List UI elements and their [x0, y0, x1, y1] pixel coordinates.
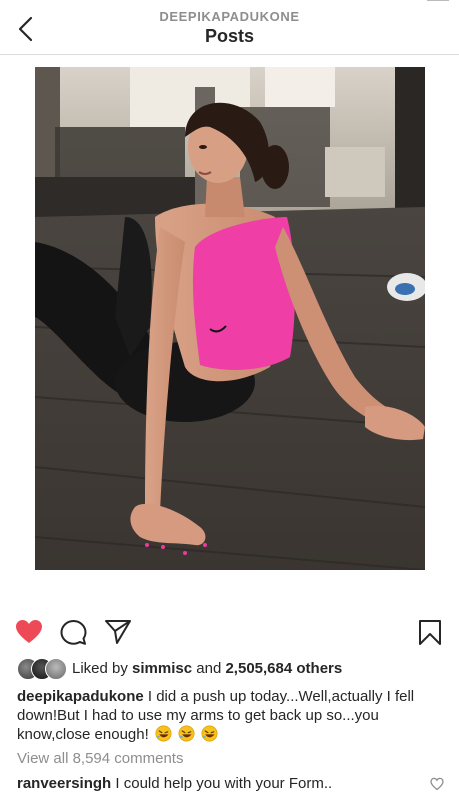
rolling-laughing-emoji-icon	[201, 725, 218, 742]
top-comment: ranveersingh I could help you with your …	[17, 775, 332, 792]
first-liker-username[interactable]: simmisc	[132, 660, 192, 677]
bookmark-icon[interactable]	[418, 619, 442, 646]
view-all-comments-link[interactable]: View all 8,594 comments	[17, 750, 183, 767]
likes-summary[interactable]: Liked by simmisc and 2,505,684 others	[17, 657, 447, 681]
status-indicator	[427, 0, 449, 1]
rolling-laughing-emoji-icon	[155, 725, 172, 742]
caption-username[interactable]: deepikapadukone	[17, 688, 144, 705]
heart-icon[interactable]	[15, 619, 43, 645]
likes-prefix: Liked by	[72, 660, 133, 677]
rolling-laughing-emoji-icon	[178, 725, 195, 742]
gym-photo-illustration	[35, 67, 425, 570]
avatar	[45, 658, 67, 680]
page-title: Posts	[204, 26, 255, 46]
likes-count[interactable]: 2,505,684 others	[225, 660, 342, 677]
post-caption: deepikapadukone I did a push up today...…	[17, 687, 447, 744]
top-nav-bar: DEEPIKAPADUKONE Posts	[0, 0, 459, 55]
comment-text: I could help you with your Form..	[115, 775, 333, 792]
likes-and: and	[192, 660, 226, 677]
comment-heart-icon[interactable]	[430, 777, 444, 791]
post-photo[interactable]	[35, 67, 425, 570]
comment-bubble-icon[interactable]	[60, 619, 87, 646]
liker-avatars	[17, 658, 69, 680]
comment-username[interactable]: ranveersingh	[17, 775, 111, 792]
profile-username: DEEPIKAPADUKONE	[159, 9, 300, 24]
post-action-bar	[0, 612, 459, 650]
likes-text: Liked by simmisc and 2,505,684 others	[72, 660, 342, 677]
paper-plane-icon[interactable]	[104, 619, 132, 645]
